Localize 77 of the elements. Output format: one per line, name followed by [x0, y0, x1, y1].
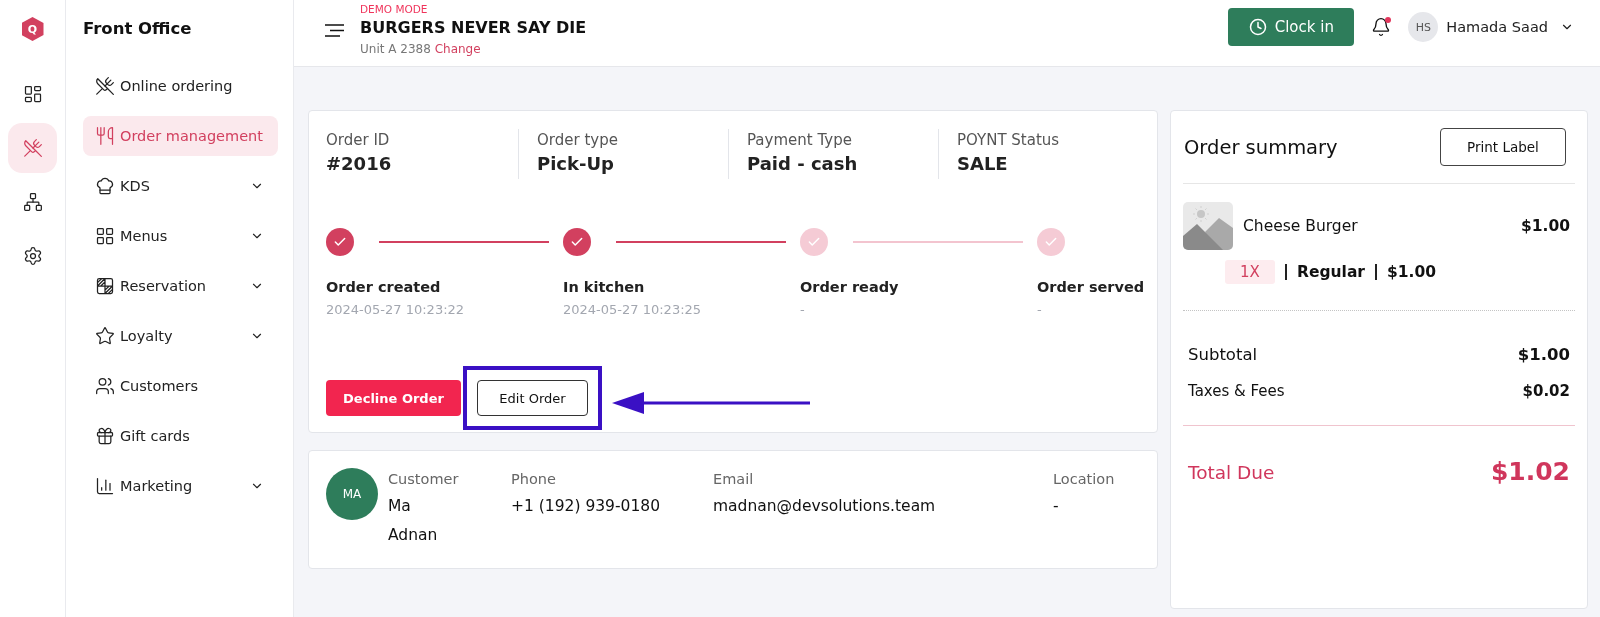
sidebar-item[interactable]: Customers — [83, 366, 278, 406]
edit-order-button[interactable]: Edit Order — [477, 380, 588, 416]
info-label: Order type — [537, 130, 619, 151]
sidebar-item[interactable]: KDS — [83, 166, 278, 206]
sidebar-item[interactable]: Reservation — [83, 266, 278, 306]
step-time: - — [1037, 301, 1043, 319]
step-time: - — [800, 301, 806, 319]
sidebar-item[interactable]: Menus — [83, 216, 278, 256]
item-name: Cheese Burger — [1243, 217, 1359, 235]
gift-icon — [95, 426, 115, 446]
variant-price: $1.00 — [1387, 263, 1437, 281]
unit-label: Unit A 2388 Change — [360, 41, 482, 58]
clock-in-button[interactable]: Clock in — [1228, 8, 1355, 46]
field-value: Ma Adnan — [388, 496, 439, 546]
network-icon — [22, 192, 43, 212]
step-label: In kitchen — [563, 278, 646, 297]
utensils-icon — [95, 126, 115, 146]
summary-title: Order summary — [1184, 135, 1338, 159]
chef-hat-icon — [95, 176, 115, 196]
fork-knife-icon — [22, 138, 43, 158]
info-value: Pick-Up — [537, 152, 615, 176]
total-due-label: Total Due — [1188, 461, 1275, 483]
menu-icon — [325, 24, 344, 37]
total-label: Taxes & Fees — [1188, 381, 1285, 402]
info-value: SALE — [957, 152, 1009, 176]
change-link[interactable]: Change — [434, 42, 481, 56]
field-label: Location — [1053, 470, 1115, 489]
image-placeholder-icon — [1183, 202, 1233, 250]
step-label: Order ready — [800, 278, 900, 297]
info-label: Payment Type — [747, 130, 853, 151]
user-avatar[interactable]: HS — [1408, 12, 1439, 42]
sidebar-item[interactable]: Online ordering — [83, 66, 278, 106]
field-value: +1 (192) 939-0180 — [511, 496, 661, 517]
sidebar-item[interactable]: Marketing — [83, 466, 278, 506]
step-label: Order created — [326, 278, 442, 297]
print-label-button[interactable]: Print Label — [1440, 128, 1566, 166]
info-value: #2016 — [326, 152, 393, 176]
total-due-value: $1.02 — [1490, 456, 1570, 488]
field-label: Phone — [511, 470, 557, 489]
notifications-button[interactable] — [1371, 17, 1392, 37]
total-value: $1.00 — [1517, 344, 1570, 366]
sidebar-title: Front Office — [83, 18, 193, 40]
dashboard-icon — [22, 84, 43, 104]
sidebar-item[interactable]: Order management — [83, 116, 278, 156]
sidebar-item[interactable]: Gift cards — [83, 416, 278, 456]
step-time: 2024-05-27 10:23:25 — [563, 301, 703, 319]
field-value: - — [1053, 496, 1060, 517]
fork-knife-icon — [95, 76, 115, 96]
settings-icon — [22, 246, 43, 266]
clock-icon — [1248, 18, 1267, 36]
variant-name: Regular — [1297, 263, 1365, 281]
user-name[interactable]: Hamada Saad — [1446, 19, 1548, 35]
info-label: Order ID — [326, 130, 391, 151]
users-icon — [95, 376, 115, 396]
step-time: 2024-05-27 10:23:22 — [326, 301, 466, 319]
total-label: Subtotal — [1188, 344, 1258, 366]
business-name: BURGERS NEVER SAY DIE — [360, 17, 587, 39]
info-label: POYNT Status — [957, 130, 1061, 151]
decline-order-button[interactable]: Decline Order — [326, 380, 461, 416]
customer-avatar: MA — [326, 468, 378, 520]
star-icon — [95, 326, 115, 346]
item-price: $1.00 — [1520, 217, 1570, 235]
field-value: madnan@devsolutions.team — [713, 496, 937, 517]
step-label: Order served — [1037, 278, 1145, 297]
bar-chart-icon — [95, 476, 115, 496]
info-value: Paid - cash — [747, 152, 859, 176]
demo-mode-label: DEMO MODE — [360, 2, 429, 16]
menu-button[interactable] — [325, 24, 344, 37]
bell-icon — [1371, 17, 1392, 37]
field-label: Email — [713, 470, 755, 489]
quantity-badge: 1X — [1225, 260, 1275, 284]
table-grid-icon — [95, 276, 115, 296]
total-value: $0.02 — [1522, 381, 1570, 402]
sidebar-item[interactable]: Loyalty — [83, 316, 278, 356]
grid-icon — [95, 226, 115, 246]
app-logo: Q — [21, 17, 44, 41]
field-label: Customer — [388, 470, 460, 489]
